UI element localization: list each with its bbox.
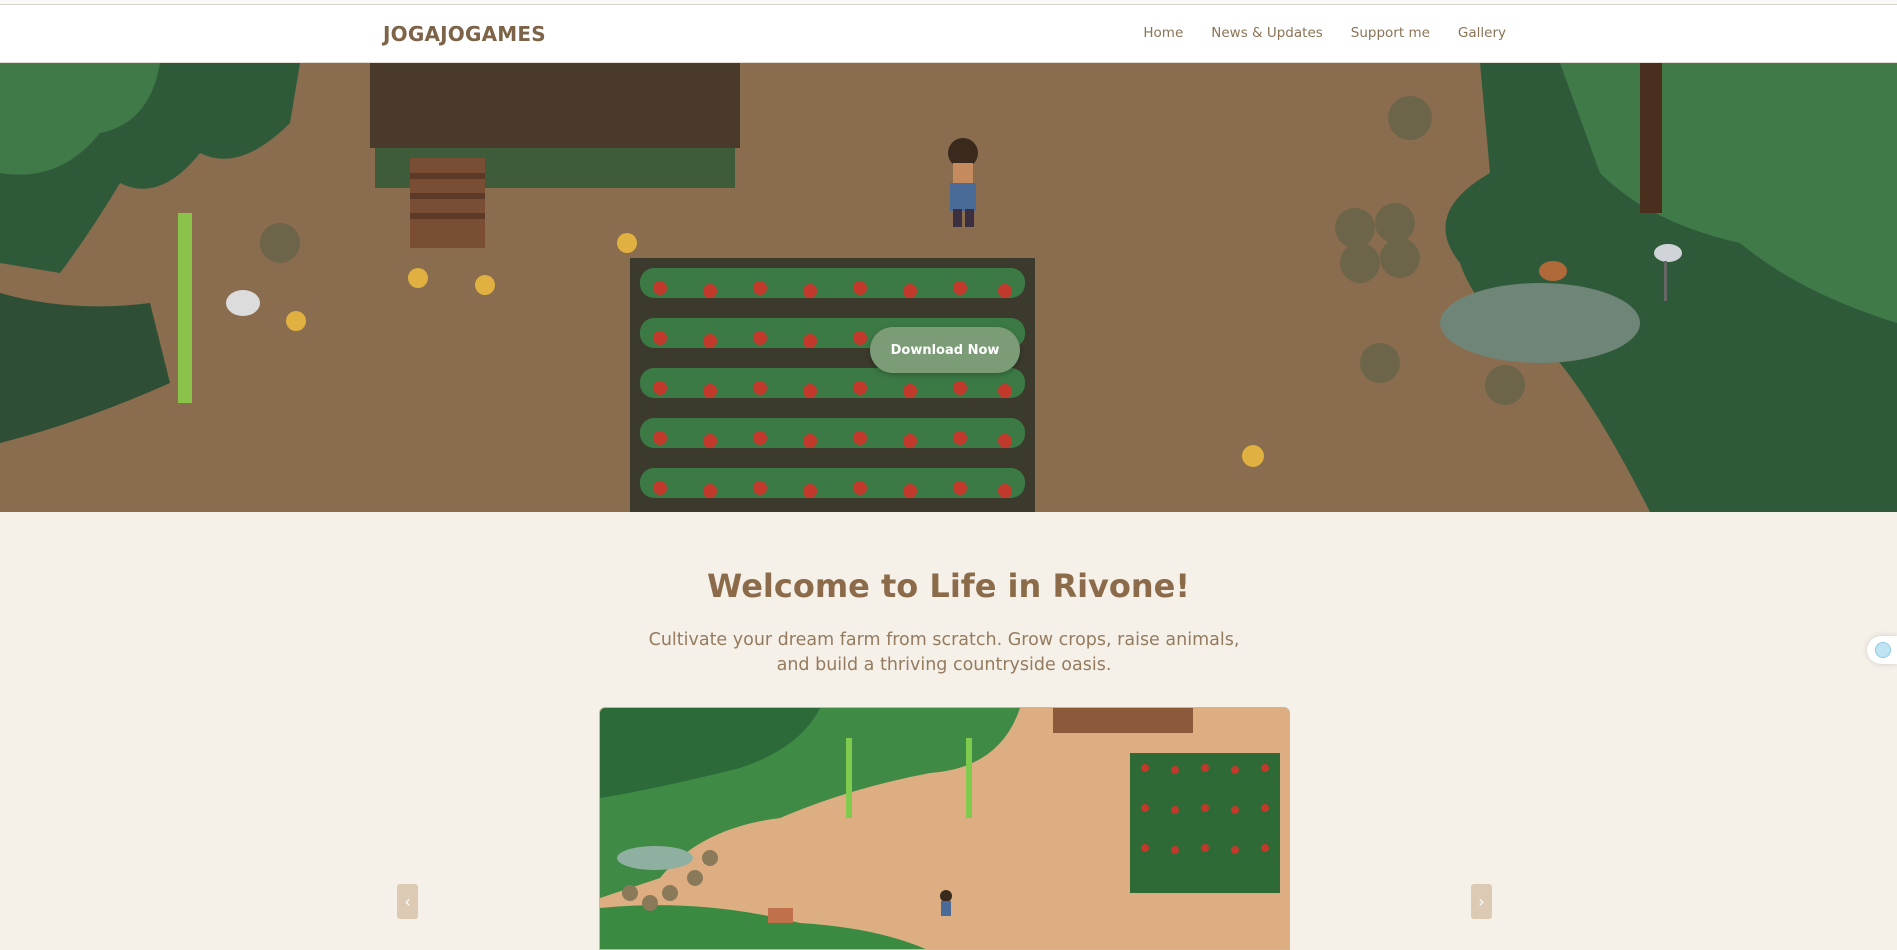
carousel-farm-screenshot <box>600 708 1289 949</box>
chevron-right-icon: › <box>1478 892 1485 911</box>
nav-news-updates[interactable]: News & Updates <box>1211 25 1323 41</box>
carousel-prev-button[interactable]: ‹ <box>397 884 418 919</box>
nav-gallery[interactable]: Gallery <box>1458 25 1506 41</box>
carousel-next-button[interactable]: › <box>1471 884 1492 919</box>
navbar: JOGAJOGAMES Home News & Updates Support … <box>0 5 1897 63</box>
nav-support-me[interactable]: Support me <box>1351 25 1430 41</box>
intro-subtitle: Cultivate your dream farm from scratch. … <box>648 630 1240 675</box>
chevron-left-icon: ‹ <box>404 892 411 911</box>
hero-farm-illustration <box>0 63 1897 512</box>
chat-bubble-icon <box>1875 642 1891 658</box>
main-nav: Home News & Updates Support me Gallery <box>1143 25 1506 41</box>
download-now-button[interactable]: Download Now <box>870 327 1020 373</box>
chat-widget-button[interactable] <box>1867 636 1897 664</box>
nav-home[interactable]: Home <box>1143 25 1183 41</box>
page-title: Welcome to Life in Rivone! <box>707 567 1190 605</box>
hero-banner: Download Now <box>0 63 1897 512</box>
brand-logo[interactable]: JOGAJOGAMES <box>383 22 546 46</box>
gallery-carousel-image[interactable] <box>599 707 1290 950</box>
